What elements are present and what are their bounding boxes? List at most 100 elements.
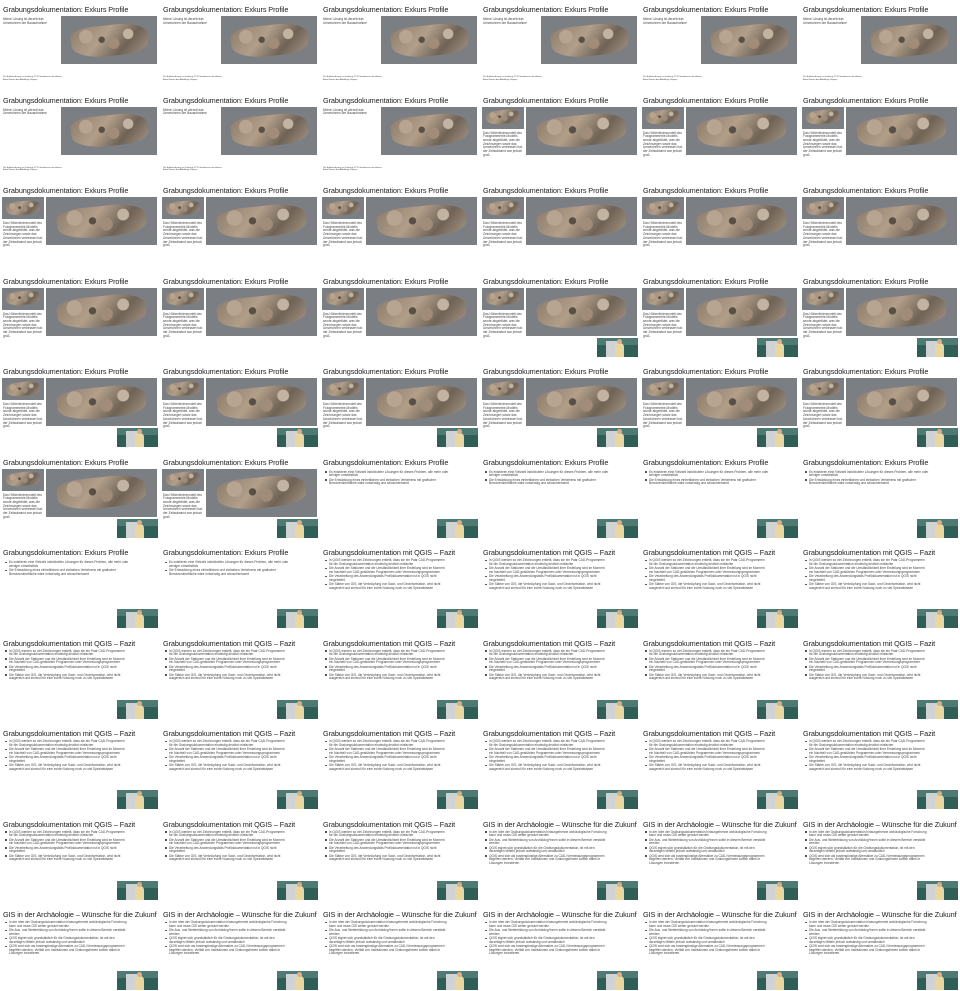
slide-thumbnail[interactable]: Grabungsdokumentation mit QGIS – Fazit In…: [161, 814, 319, 901]
slide-body: Meine Lösung ist derzeit das Umzeichnen …: [801, 16, 959, 86]
slide-thumbnail[interactable]: Grabungsdokumentation mit QGIS – Fazit In…: [1, 814, 159, 901]
slide-thumbnail[interactable]: Grabungsdokumentation mit QGIS – Fazit In…: [321, 543, 479, 629]
slide-thumbnail[interactable]: Grabungsdokumentation: Exkurs Profile Das…: [1, 362, 159, 448]
slide-thumbnail[interactable]: GIS in der Archäologie – Wünsche für die…: [161, 905, 319, 991]
slide-thumbnail[interactable]: Grabungsdokumentation: Exkurs Profile Das…: [321, 181, 479, 267]
slide-thumbnail[interactable]: Grabungsdokumentation: Exkurs Profile Das…: [1, 271, 159, 358]
slide-thumbnail[interactable]: Grabungsdokumentation: Exkurs Profile Es …: [161, 543, 319, 629]
bullet-dot: [325, 921, 327, 924]
slide-thumbnail[interactable]: GIS in der Archäologie – Wünsche für die…: [801, 905, 959, 991]
slide-body: Das Höhenlinienmodell des Fotogrammetrie…: [321, 197, 479, 267]
slide-thumbnail[interactable]: Grabungsdokumentation: Exkurs Profile Mei…: [481, 0, 639, 86]
slide-thumbnail[interactable]: Grabungsdokumentation: Exkurs Profile Mei…: [161, 90, 319, 177]
webcam-person: [135, 614, 144, 628]
slide-thumbnail[interactable]: Grabungsdokumentation mit QGIS – Fazit In…: [481, 543, 639, 629]
slide-thumbnail[interactable]: Grabungsdokumentation: Exkurs Profile Mei…: [321, 0, 479, 86]
slide-body: Das Höhenlinienmodell des Fotogrammetrie…: [481, 287, 639, 358]
slide-thumbnail[interactable]: Grabungsdokumentation: Exkurs Profile Das…: [321, 271, 479, 358]
slide-title: GIS in der Archäologie – Wünsche für die…: [643, 910, 797, 919]
slide-thumbnail[interactable]: Grabungsdokumentation mit QGIS – Fazit In…: [1, 633, 159, 720]
webcam-person: [455, 614, 464, 628]
slide-side-text: Das Höhenlinienmodell des Fotogrammetrie…: [323, 402, 363, 429]
slide-thumbnail[interactable]: Grabungsdokumentation mit QGIS – Fazit In…: [321, 814, 479, 901]
webcam-person: [295, 885, 304, 900]
slide-thumbnail[interactable]: Grabungsdokumentation: Exkurs Profile Es …: [321, 452, 479, 539]
slide-thumbnail[interactable]: GIS in der Archäologie – Wünsche für die…: [641, 814, 799, 901]
bullet-dot: [165, 674, 167, 676]
slide-thumbnail[interactable]: Grabungsdokumentation mit QGIS – Fazit In…: [641, 633, 799, 720]
excavation-photo-feature: [855, 382, 948, 422]
slide-thumbnail[interactable]: Grabungsdokumentation mit QGIS – Fazit In…: [321, 724, 479, 810]
webcam-overlay: [597, 699, 638, 719]
slide-side-text: Das Höhenlinienmodell des Fotogrammetrie…: [163, 311, 203, 338]
slide-thumbnail[interactable]: GIS in der Archäologie – Wünsche für die…: [641, 905, 799, 991]
slide-thumbnail[interactable]: Grabungsdokumentation: Exkurs Profile Das…: [801, 271, 959, 358]
slide-thumbnail[interactable]: Grabungsdokumentation: Exkurs Profile Mei…: [641, 0, 799, 86]
bullet-text: Die Stärke von GIS, die Verknüpfung von …: [649, 582, 761, 590]
slide-thumbnail[interactable]: Grabungsdokumentation: Exkurs Profile Das…: [481, 181, 639, 267]
slide-thumbnail[interactable]: Grabungsdokumentation mit QGIS – Fazit In…: [161, 633, 319, 720]
bullet-dot: [165, 855, 167, 857]
slide-thumbnail[interactable]: Grabungsdokumentation: Exkurs Profile Das…: [481, 271, 639, 358]
slide-title: Grabungsdokumentation: Exkurs Profile: [483, 276, 609, 286]
slide-thumbnail[interactable]: Grabungsdokumentation: Exkurs Profile Es …: [481, 452, 639, 539]
slide-thumbnail[interactable]: Grabungsdokumentation: Exkurs Profile Das…: [161, 271, 319, 358]
slide-thumbnail[interactable]: Grabungsdokumentation: Exkurs Profile Das…: [1, 181, 159, 267]
slide-thumbnail[interactable]: Grabungsdokumentation: Exkurs Profile Mei…: [321, 90, 479, 177]
excavation-photo-feature: [535, 382, 628, 422]
slide-thumbnail[interactable]: Grabungsdokumentation: Exkurs Profile Mei…: [161, 0, 319, 86]
slide-thumbnail[interactable]: Grabungsdokumentation: Exkurs Profile Das…: [161, 452, 319, 539]
slide-thumbnail[interactable]: Grabungsdokumentation: Exkurs Profile Das…: [641, 90, 799, 177]
slide-thumbnail[interactable]: Grabungsdokumentation: Exkurs Profile Das…: [641, 362, 799, 448]
slide-body: Meine Lösung ist derzeit das Umzeichnen …: [321, 106, 479, 177]
webcam-head: [457, 610, 462, 615]
slide-thumbnail[interactable]: Grabungsdokumentation: Exkurs Profile Das…: [801, 90, 959, 177]
slide-title: Grabungsdokumentation: Exkurs Profile: [483, 457, 609, 467]
slide-thumbnail[interactable]: Grabungsdokumentation mit QGIS – Fazit In…: [801, 543, 959, 629]
slide-thumbnail[interactable]: Grabungsdokumentation mit QGIS – Fazit In…: [161, 724, 319, 810]
bullet-dot: [645, 921, 647, 924]
slide-thumbnail[interactable]: Grabungsdokumentation mit QGIS – Fazit In…: [321, 633, 479, 720]
slide-thumbnail[interactable]: Grabungsdokumentation mit QGIS – Fazit In…: [801, 724, 959, 810]
webcam-person: [775, 342, 784, 357]
slide-thumbnail[interactable]: GIS in der Archäologie – Wünsche für die…: [1, 905, 159, 991]
slide-thumbnail[interactable]: Grabungsdokumentation: Exkurs Profile Das…: [641, 181, 799, 267]
slide-thumbnail[interactable]: Grabungsdokumentation mit QGIS – Fazit In…: [641, 543, 799, 629]
slide-thumbnail[interactable]: Grabungsdokumentation: Exkurs Profile Das…: [641, 271, 799, 358]
slide-thumbnail[interactable]: Grabungsdokumentation: Exkurs Profile Mei…: [1, 90, 159, 177]
webcam-head: [457, 881, 462, 887]
slide-thumbnail[interactable]: Grabungsdokumentation mit QGIS – Fazit In…: [641, 724, 799, 810]
slide-thumbnail[interactable]: Grabungsdokumentation: Exkurs Profile Das…: [321, 362, 479, 448]
slide-thumbnail[interactable]: Grabungsdokumentation: Exkurs Profile Das…: [481, 90, 639, 177]
slide-thumbnail[interactable]: GIS in der Archäologie – Wünsche für die…: [801, 814, 959, 901]
slide-thumbnail[interactable]: Grabungsdokumentation: Exkurs Profile Das…: [161, 181, 319, 267]
slide-thumbnail[interactable]: Grabungsdokumentation: Exkurs Profile Das…: [1, 452, 159, 539]
slide-thumbnail[interactable]: Grabungsdokumentation: Exkurs Profile Das…: [161, 362, 319, 448]
webcam-head: [457, 429, 462, 434]
bullet-dot: [165, 756, 167, 759]
slide-thumbnail[interactable]: GIS in der Archäologie – Wünsche für die…: [321, 905, 479, 991]
slide-side-text: Das Höhenlinienmodell des Fotogrammetrie…: [3, 492, 43, 519]
slide-title: Grabungsdokumentation mit QGIS – Fazit: [323, 729, 456, 738]
slide-thumbnail[interactable]: Grabungsdokumentation: Exkurs Profile Das…: [801, 181, 959, 267]
webcam-person: [935, 795, 944, 809]
slide-thumbnail[interactable]: Grabungsdokumentation: Exkurs Profile Mei…: [1, 0, 159, 86]
bullet-dot: [5, 764, 7, 767]
slide-thumbnail[interactable]: Grabungsdokumentation mit QGIS – Fazit In…: [481, 724, 639, 810]
slide-thumbnail[interactable]: Grabungsdokumentation mit QGIS – Fazit In…: [801, 633, 959, 720]
slide-body: Das Höhenlinienmodell des Fotogrammetrie…: [321, 287, 479, 358]
slide-thumbnail[interactable]: Grabungsdokumentation: Exkurs Profile Es …: [1, 543, 159, 629]
slide-thumbnail[interactable]: Grabungsdokumentation: Exkurs Profile Das…: [481, 362, 639, 448]
slide-thumbnail[interactable]: Grabungsdokumentation: Exkurs Profile Es …: [641, 452, 799, 539]
slide-thumbnail[interactable]: GIS in der Archäologie – Wünsche für die…: [481, 905, 639, 991]
webcam-overlay: [277, 880, 318, 900]
excavation-photo: [541, 16, 637, 64]
slide-thumbnail[interactable]: Grabungsdokumentation: Exkurs Profile Mei…: [801, 0, 959, 86]
webcam-overlay: [757, 790, 798, 809]
slide-thumbnail[interactable]: Grabungsdokumentation: Exkurs Profile Das…: [801, 362, 959, 448]
slide-thumbnail[interactable]: Grabungsdokumentation: Exkurs Profile Es …: [801, 452, 959, 539]
slide-thumbnail[interactable]: Grabungsdokumentation mit QGIS – Fazit In…: [481, 633, 639, 720]
slide-thumbnail[interactable]: GIS in der Archäologie – Wünsche für die…: [481, 814, 639, 901]
slide-thumbnail[interactable]: Grabungsdokumentation mit QGIS – Fazit In…: [1, 724, 159, 810]
webcam-person: [775, 976, 784, 990]
